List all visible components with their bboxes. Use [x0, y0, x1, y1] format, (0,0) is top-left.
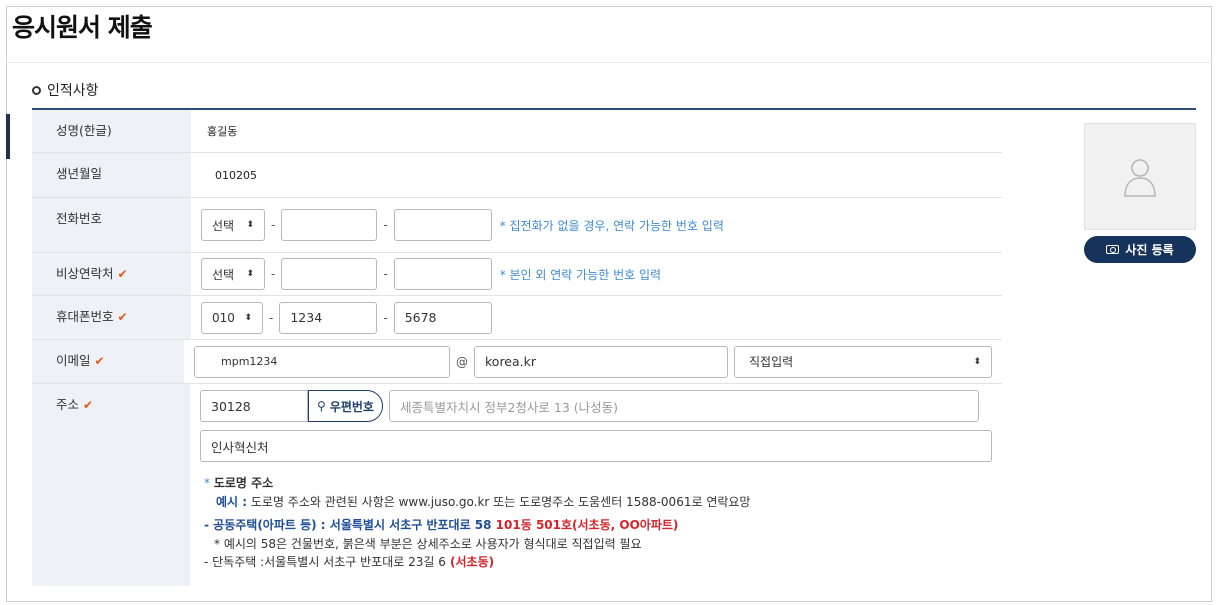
- example-label: 예시 :: [216, 494, 248, 509]
- page-title: 응시원서 제출: [12, 13, 153, 42]
- name-value: 홍길동: [207, 125, 238, 138]
- camera-icon: [1106, 245, 1120, 254]
- row-phone: 전화번호 선택 ⬍ - - * 집전화가 없을 경우, 연락 가능한 번호 입력: [32, 198, 1002, 253]
- updown-icon: ⬍: [246, 269, 254, 279]
- row-emergency: 비상연락처 ✔ 선택 ⬍ - - * 본인 외 연락 가능한 번호 입력: [32, 253, 1002, 296]
- circle-bullet-icon: [32, 85, 41, 95]
- apartment-detail: 101동 501호(서초동, OO아파트): [491, 518, 679, 533]
- example-text: 도로명 주소와 관련된 사항은 www.juso.go.kr 또는 도로명주소 …: [247, 494, 751, 509]
- label-phone: 전화번호: [32, 198, 191, 252]
- title-divider: [6, 62, 1212, 63]
- notes-apartment: - 공동주택(아파트 등) : 서울특별시 서초구 반포대로 58 101동 5…: [204, 516, 992, 535]
- email-domain-select[interactable]: 직접입력 ⬍: [734, 345, 992, 378]
- required-check-icon: ✔: [117, 310, 128, 324]
- asterisk: *: [204, 476, 210, 490]
- phone-mid-input[interactable]: [281, 209, 378, 241]
- dash: -: [383, 267, 388, 281]
- address-line-1: 30128 ⚲ 우편번호 세종특별자치시 정부2청사로 13 (나성동): [200, 390, 992, 422]
- birth-value: 010205: [215, 168, 257, 182]
- row-name: 성명(한글) 홍길동: [32, 110, 1002, 153]
- emergency-area-select[interactable]: 선택 ⬍: [201, 258, 265, 290]
- label-address: 주소 ✔: [32, 384, 190, 586]
- dash: -: [383, 218, 388, 232]
- notes-heading: * 도로명 주소: [204, 474, 992, 493]
- email-id-input[interactable]: mpm1234: [194, 345, 450, 378]
- label-email: 이메일 ✔: [32, 340, 184, 383]
- at-sign: @: [456, 354, 468, 369]
- detail-address-input[interactable]: 인사혁신처: [200, 430, 992, 462]
- mobile-inputs: 010 ⬍ - 1234 - 5678: [191, 296, 1002, 339]
- required-check-icon: ✔: [117, 267, 128, 281]
- phone-area-select[interactable]: 선택 ⬍: [201, 209, 265, 241]
- row-email: 이메일 ✔ mpm1234 @ korea.kr 직접입력 ⬍: [32, 340, 1002, 384]
- zip-group: 30128 ⚲ 우편번호: [200, 390, 383, 422]
- left-edge-marker: [6, 114, 10, 159]
- photo-upload-button[interactable]: 사진 등록: [1084, 236, 1196, 263]
- photo-placeholder: [1084, 123, 1196, 230]
- email-inputs: mpm1234 @ korea.kr 직접입력 ⬍: [184, 340, 1002, 383]
- road-address-input[interactable]: 세종특별자치시 정부2청사로 13 (나성동): [388, 390, 979, 422]
- mobile-mid-input[interactable]: 1234: [279, 301, 378, 334]
- dash: -: [269, 310, 274, 325]
- emergency-inputs: 선택 ⬍ - - * 본인 외 연락 가능한 번호 입력: [191, 253, 1002, 295]
- zipcode-search-button[interactable]: ⚲ 우편번호: [308, 390, 383, 422]
- mobile-prefix-select[interactable]: 010 ⬍: [201, 301, 263, 334]
- emergency-hint: * 본인 외 연락 가능한 번호 입력: [499, 267, 662, 282]
- label-mobile: 휴대폰번호 ✔: [32, 296, 191, 339]
- search-icon: ⚲: [317, 399, 326, 413]
- label-birth: 생년월일: [32, 153, 191, 197]
- updown-icon: ⬍: [973, 356, 981, 367]
- emergency-area-select-value: 선택: [212, 267, 235, 282]
- email-domain-select-value: 직접입력: [749, 355, 794, 369]
- label-name: 성명(한글): [32, 110, 191, 152]
- row-address: 주소 ✔ 30128 ⚲ 우편번호 세종특별자치시 정부2청사로 13 (나성동)…: [32, 384, 1002, 586]
- personal-info-form: 성명(한글) 홍길동 생년월일 010205 전화번호 선택 ⬍ - - * 집…: [32, 110, 1002, 586]
- dash: -: [271, 218, 276, 232]
- updown-icon: ⬍: [244, 312, 252, 323]
- row-birth: 생년월일 010205: [32, 153, 1002, 198]
- notes-apartment-explain: * 예시의 58은 건물번호, 붉은색 부분은 상세주소로 사용자가 형식대로 …: [214, 536, 642, 551]
- mobile-prefix-select-value: 010: [212, 310, 235, 325]
- required-check-icon: ✔: [94, 354, 105, 368]
- email-domain-input[interactable]: korea.kr: [474, 345, 728, 378]
- emergency-last-input[interactable]: [393, 258, 492, 290]
- phone-inputs: 선택 ⬍ - - * 집전화가 없을 경우, 연락 가능한 번호 입력: [191, 198, 1002, 252]
- photo-upload-label: 사진 등록: [1125, 243, 1174, 257]
- updown-icon: ⬍: [246, 220, 254, 230]
- notes-example: 예시 : 도로명 주소와 관련된 사항은 www.juso.go.kr 또는 도…: [204, 493, 992, 512]
- zipcode-input[interactable]: 30128: [200, 390, 308, 422]
- address-notes: * 도로명 주소 예시 : 도로명 주소와 관련된 사항은 www.juso.g…: [200, 474, 992, 572]
- phone-hint: * 집전화가 없을 경우, 연락 가능한 번호 입력: [499, 218, 724, 233]
- mobile-last-input[interactable]: 5678: [393, 301, 492, 334]
- house-detail: (서초동): [445, 555, 495, 570]
- dash: -: [271, 267, 276, 281]
- emergency-mid-input[interactable]: [281, 258, 378, 290]
- label-emergency: 비상연락처 ✔: [32, 253, 191, 295]
- apartment-example: - 공동주택(아파트 등) : 서울특별시 서초구 반포대로 58: [204, 518, 492, 533]
- section-title: 인적사항: [47, 83, 99, 99]
- required-check-icon: ✔: [83, 398, 94, 412]
- house-example: - 단독주택 :서울특별시 서초구 반포대로 23길 6: [204, 555, 446, 570]
- user-icon: [1124, 158, 1156, 197]
- zipcode-search-label: 우편번호: [329, 399, 374, 414]
- address-area: 30128 ⚲ 우편번호 세종특별자치시 정부2청사로 13 (나성동) 인사혁…: [190, 384, 1002, 586]
- section-heading: 인적사항: [32, 80, 99, 100]
- row-mobile: 휴대폰번호 ✔ 010 ⬍ - 1234 - 5678: [32, 296, 1002, 340]
- phone-last-input[interactable]: [393, 209, 492, 241]
- dash: -: [383, 310, 388, 325]
- phone-area-select-value: 선택: [212, 218, 235, 233]
- notes-house: - 단독주택 :서울특별시 서초구 반포대로 23길 6 (서초동): [204, 553, 992, 572]
- notes-heading-text: 도로명 주소: [213, 476, 274, 490]
